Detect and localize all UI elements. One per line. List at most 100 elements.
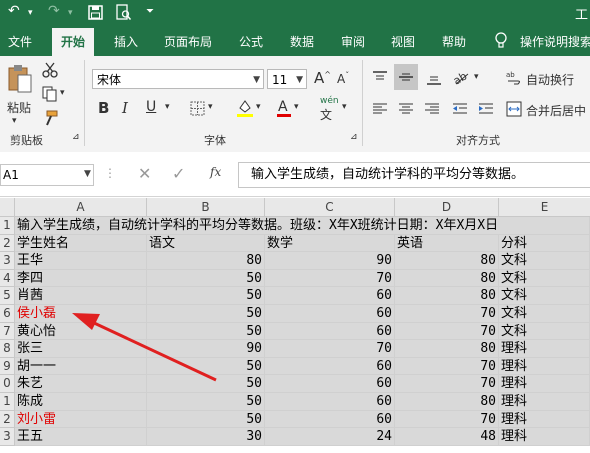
cell-a[interactable]: 张三 xyxy=(15,340,147,358)
column-header-e[interactable]: E xyxy=(499,198,590,217)
cell-c[interactable]: 60 xyxy=(265,287,395,305)
cell-a[interactable]: 刘小雷 xyxy=(15,410,147,429)
cell-b[interactable]: 50 xyxy=(147,375,265,393)
cell-e[interactable]: 文科 xyxy=(499,305,590,323)
tab-view[interactable]: 视图 xyxy=(391,33,415,50)
cell-b[interactable]: 50 xyxy=(147,393,265,411)
increase-indent-icon[interactable] xyxy=(478,102,494,116)
cell-e[interactable]: 分科 xyxy=(499,234,590,253)
cell-b[interactable]: 语文 xyxy=(147,234,265,253)
copy-dropdown-icon[interactable]: ▾ xyxy=(60,88,65,98)
font-name-select[interactable]: 宋体 ▼ xyxy=(92,69,264,89)
cell-d[interactable]: 70 xyxy=(395,357,499,376)
row-header[interactable]: 2 xyxy=(0,410,15,429)
tab-help[interactable]: 帮助 xyxy=(442,33,466,50)
cell-b[interactable]: 80 xyxy=(147,252,265,270)
cell-c[interactable]: 24 xyxy=(265,428,395,446)
cell-c[interactable]: 60 xyxy=(265,375,395,393)
merge-center-icon[interactable] xyxy=(506,101,522,117)
font-launcher-icon[interactable]: ⊿ xyxy=(350,132,358,142)
font-size-select[interactable]: 11 ▼ xyxy=(267,69,307,89)
orientation-icon[interactable]: ab xyxy=(452,68,470,86)
increase-font-icon[interactable]: A^ xyxy=(314,69,331,87)
row-header[interactable]: 7 xyxy=(0,322,15,341)
tab-data[interactable]: 数据 xyxy=(290,33,314,50)
cell-d[interactable]: 48 xyxy=(395,428,499,446)
row-header[interactable]: 8 xyxy=(0,340,15,358)
align-right-icon[interactable] xyxy=(424,102,440,116)
cell-a[interactable]: 肖茜 xyxy=(15,287,147,305)
cell-e[interactable]: 文科 xyxy=(499,269,590,288)
cell-d[interactable]: 80 xyxy=(395,393,499,411)
cell-b[interactable]: 50 xyxy=(147,305,265,323)
cell-b[interactable]: 50 xyxy=(147,410,265,429)
decrease-indent-icon[interactable] xyxy=(452,102,468,116)
enter-icon[interactable]: ✓ xyxy=(172,164,185,183)
cell-e[interactable]: 理科 xyxy=(499,410,590,429)
align-bottom-icon[interactable] xyxy=(426,70,442,86)
row-header[interactable]: 1 xyxy=(0,393,15,411)
cell-d[interactable]: 英语 xyxy=(395,234,499,253)
align-left-icon[interactable] xyxy=(372,102,388,116)
cancel-icon[interactable]: ✕ xyxy=(138,164,151,183)
cell-a[interactable]: 陈成 xyxy=(15,393,147,411)
format-painter-icon[interactable] xyxy=(42,110,58,126)
fill-color-icon[interactable] xyxy=(236,98,254,118)
paste-icon[interactable] xyxy=(7,64,33,94)
wrap-text-icon[interactable]: ab xyxy=(506,70,522,86)
cell-c[interactable]: 90 xyxy=(265,252,395,270)
align-middle-icon[interactable] xyxy=(394,64,418,90)
cell-d[interactable]: 70 xyxy=(395,322,499,341)
cell-e[interactable]: 理科 xyxy=(499,393,590,411)
cell-b[interactable]: 90 xyxy=(147,340,265,358)
cell-b[interactable]: 30 xyxy=(147,428,265,446)
cell-d[interactable]: 80 xyxy=(395,252,499,270)
orientation-dropdown-icon[interactable]: ▾ xyxy=(474,72,479,82)
fill-color-dropdown-icon[interactable]: ▾ xyxy=(256,102,261,112)
wrap-text-button[interactable]: 自动换行 xyxy=(526,71,574,88)
font-color-dropdown-icon[interactable]: ▾ xyxy=(294,102,299,112)
cell-b[interactable]: 50 xyxy=(147,287,265,305)
underline-dropdown-icon[interactable]: ▾ xyxy=(165,102,170,112)
cell-c[interactable]: 70 xyxy=(265,269,395,288)
cell-e[interactable]: 理科 xyxy=(499,357,590,376)
cell-a[interactable]: 学生姓名 xyxy=(15,234,147,253)
column-header-b[interactable]: B xyxy=(147,198,265,217)
cell-d[interactable]: 70 xyxy=(395,375,499,393)
borders-dropdown-icon[interactable]: ▾ xyxy=(208,102,213,112)
align-center-icon[interactable] xyxy=(398,102,414,116)
phonetic-dropdown-icon[interactable]: ▾ xyxy=(342,102,347,112)
row-header[interactable]: 0 xyxy=(0,375,15,393)
row-header[interactable]: 1 xyxy=(0,217,15,235)
cell-a[interactable]: 黄心怡 xyxy=(15,322,147,341)
row-header[interactable]: 6 xyxy=(0,305,15,323)
decrease-font-icon[interactable]: Aˇ xyxy=(337,71,349,86)
cell-d[interactable]: 80 xyxy=(395,269,499,288)
cell-a[interactable]: 朱艺 xyxy=(15,375,147,393)
insert-function-icon[interactable]: fx xyxy=(210,165,221,179)
cell-e[interactable]: 文科 xyxy=(499,252,590,270)
row-header[interactable]: 4 xyxy=(0,269,15,288)
redo-icon[interactable]: ↷ xyxy=(48,3,60,19)
cell-b[interactable]: 50 xyxy=(147,269,265,288)
cell-c[interactable]: 60 xyxy=(265,410,395,429)
tab-insert[interactable]: 插入 xyxy=(114,33,138,50)
cell-e[interactable]: 理科 xyxy=(499,375,590,393)
cell-a[interactable]: 胡一一 xyxy=(15,357,147,376)
clipboard-launcher-icon[interactable]: ⊿ xyxy=(72,132,80,142)
cell-c[interactable]: 60 xyxy=(265,322,395,341)
cell-e[interactable]: 文科 xyxy=(499,322,590,341)
cell-e[interactable]: 理科 xyxy=(499,340,590,358)
align-top-icon[interactable] xyxy=(372,70,388,86)
cell-e[interactable]: 理科 xyxy=(499,428,590,446)
undo-dropdown-icon[interactable]: ▾ xyxy=(28,8,33,18)
column-header-a[interactable]: A xyxy=(15,198,147,217)
phonetic-guide-icon[interactable]: wén 文 xyxy=(320,96,339,123)
cell-c[interactable]: 60 xyxy=(265,357,395,376)
italic-button[interactable]: I xyxy=(122,99,128,117)
tab-formulas[interactable]: 公式 xyxy=(239,33,263,50)
cell-d[interactable]: 70 xyxy=(395,305,499,323)
merge-center-button[interactable]: 合并后居中 xyxy=(526,102,586,119)
row-header[interactable]: 3 xyxy=(0,428,15,446)
cell-c[interactable]: 60 xyxy=(265,305,395,323)
